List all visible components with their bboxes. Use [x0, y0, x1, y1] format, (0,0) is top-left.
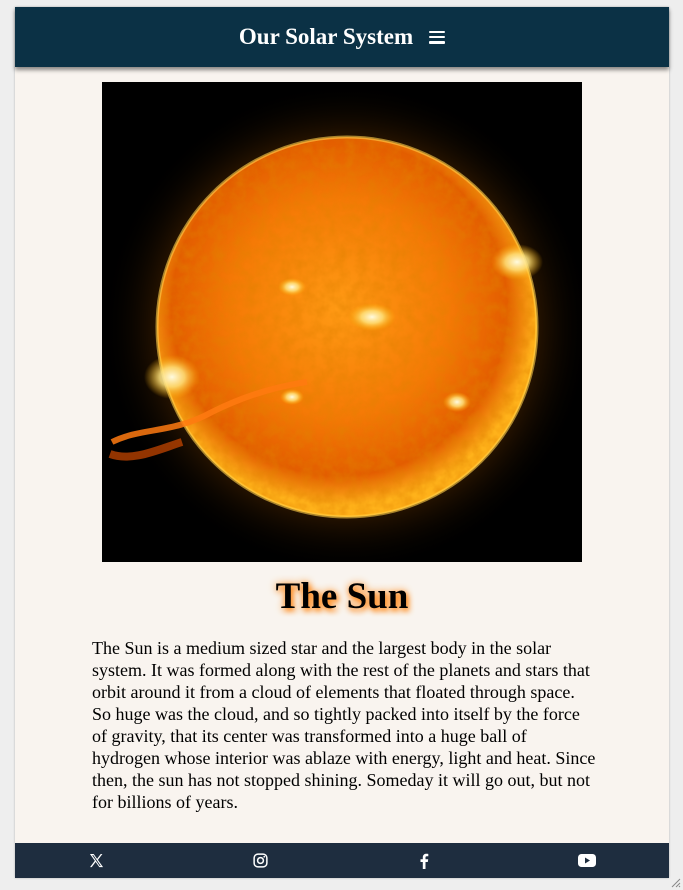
hamburger-menu-icon[interactable] — [429, 30, 446, 44]
youtube-icon[interactable] — [578, 854, 597, 867]
site-header: Our Solar System — [15, 7, 669, 67]
sun-image — [102, 82, 582, 562]
instagram-icon[interactable] — [253, 853, 268, 868]
x-twitter-icon[interactable] — [89, 853, 104, 868]
facebook-icon[interactable] — [419, 853, 429, 869]
site-title: Our Solar System — [238, 24, 414, 49]
article-description: The Sun is a medium sized star and the l… — [92, 638, 596, 812]
footer-link-x[interactable] — [15, 853, 179, 868]
page-frame: Our Solar System The Sun The Sun is a me… — [15, 7, 669, 878]
footer-link-facebook[interactable] — [342, 853, 506, 869]
sun-illustration — [102, 82, 582, 562]
resize-grip-icon[interactable] — [669, 876, 681, 888]
footer-link-instagram[interactable] — [179, 853, 343, 868]
footer-link-youtube[interactable] — [506, 854, 670, 867]
site-footer — [15, 843, 669, 878]
article-title: The Sun — [275, 576, 409, 617]
